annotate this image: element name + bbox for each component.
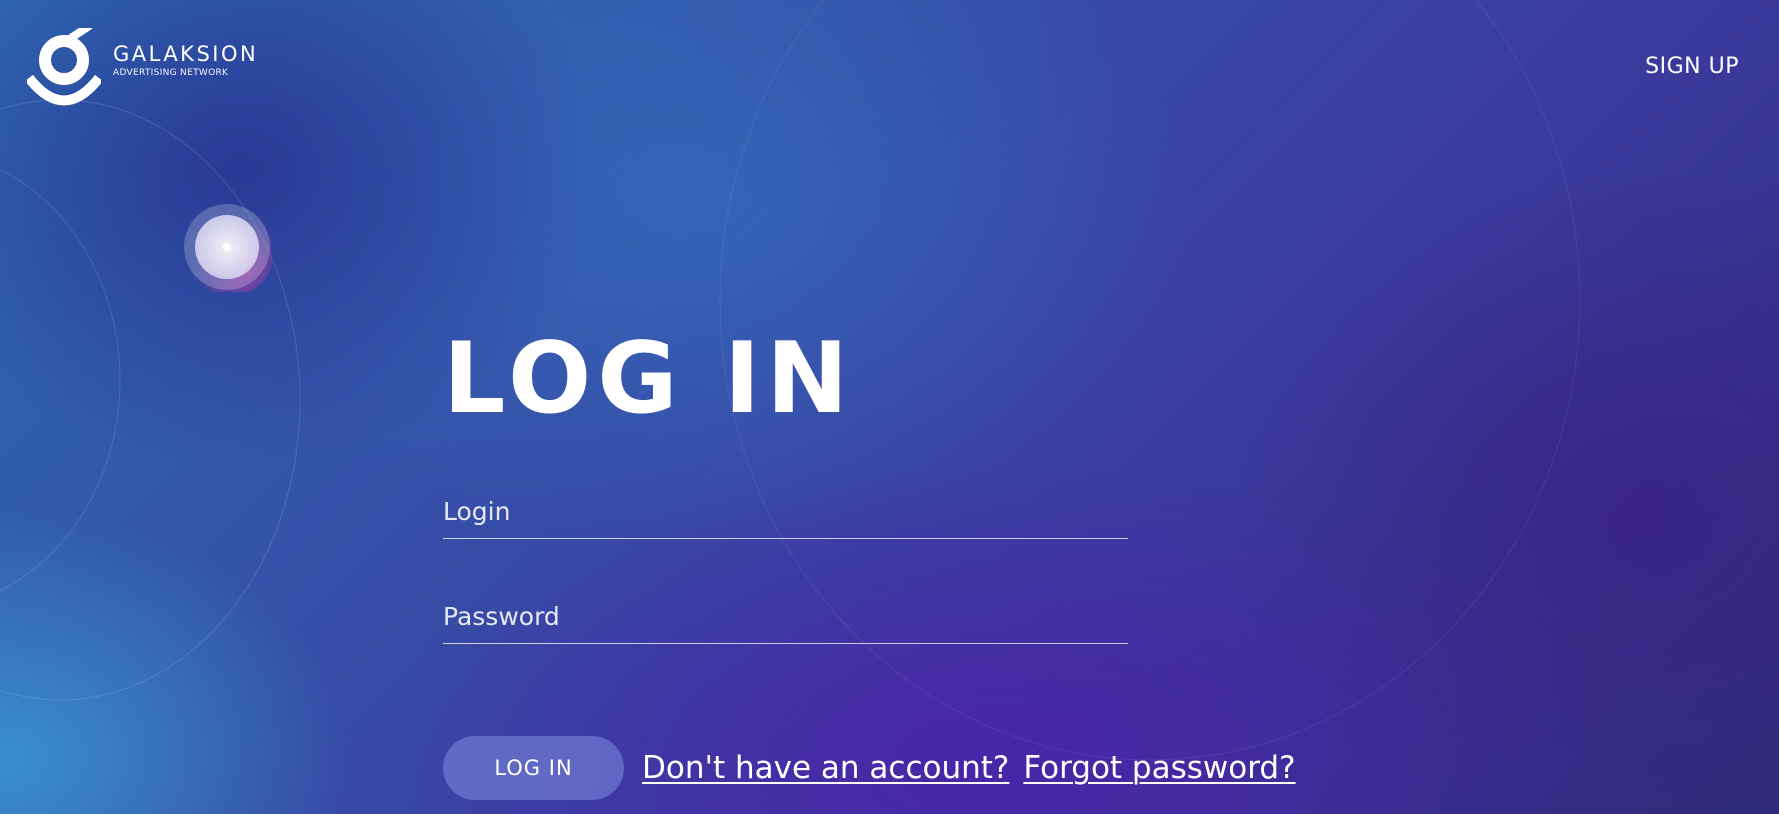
no-account-link[interactable]: Don't have an account?: [642, 750, 1009, 786]
logo-tagline: ADVERTISING NETWORK: [113, 68, 229, 78]
brand-logo[interactable]: GALAKSION ADVERTISING NETWORK: [27, 28, 258, 106]
logo-name: GALAKSION: [113, 42, 259, 66]
login-field-wrapper: [443, 497, 1128, 539]
password-field-wrapper: [443, 602, 1128, 644]
forgot-password-link[interactable]: Forgot password?: [1023, 750, 1295, 786]
logo-text: GALAKSION ADVERTISING NETWORK: [113, 44, 258, 78]
galaksion-logo-icon: [27, 28, 101, 106]
glowing-planet-icon: [184, 204, 272, 292]
login-button[interactable]: LOG IN: [443, 736, 624, 800]
password-input[interactable]: [443, 602, 1128, 643]
form-actions: LOG IN Don't have an account? Forgot pas…: [443, 736, 1296, 800]
sign-up-link[interactable]: SIGN UP: [1645, 54, 1739, 79]
page-title: LOG IN: [443, 322, 855, 436]
login-form: LOG IN LOG IN Don't have an account? For…: [443, 322, 1296, 800]
login-input[interactable]: [443, 497, 1128, 538]
